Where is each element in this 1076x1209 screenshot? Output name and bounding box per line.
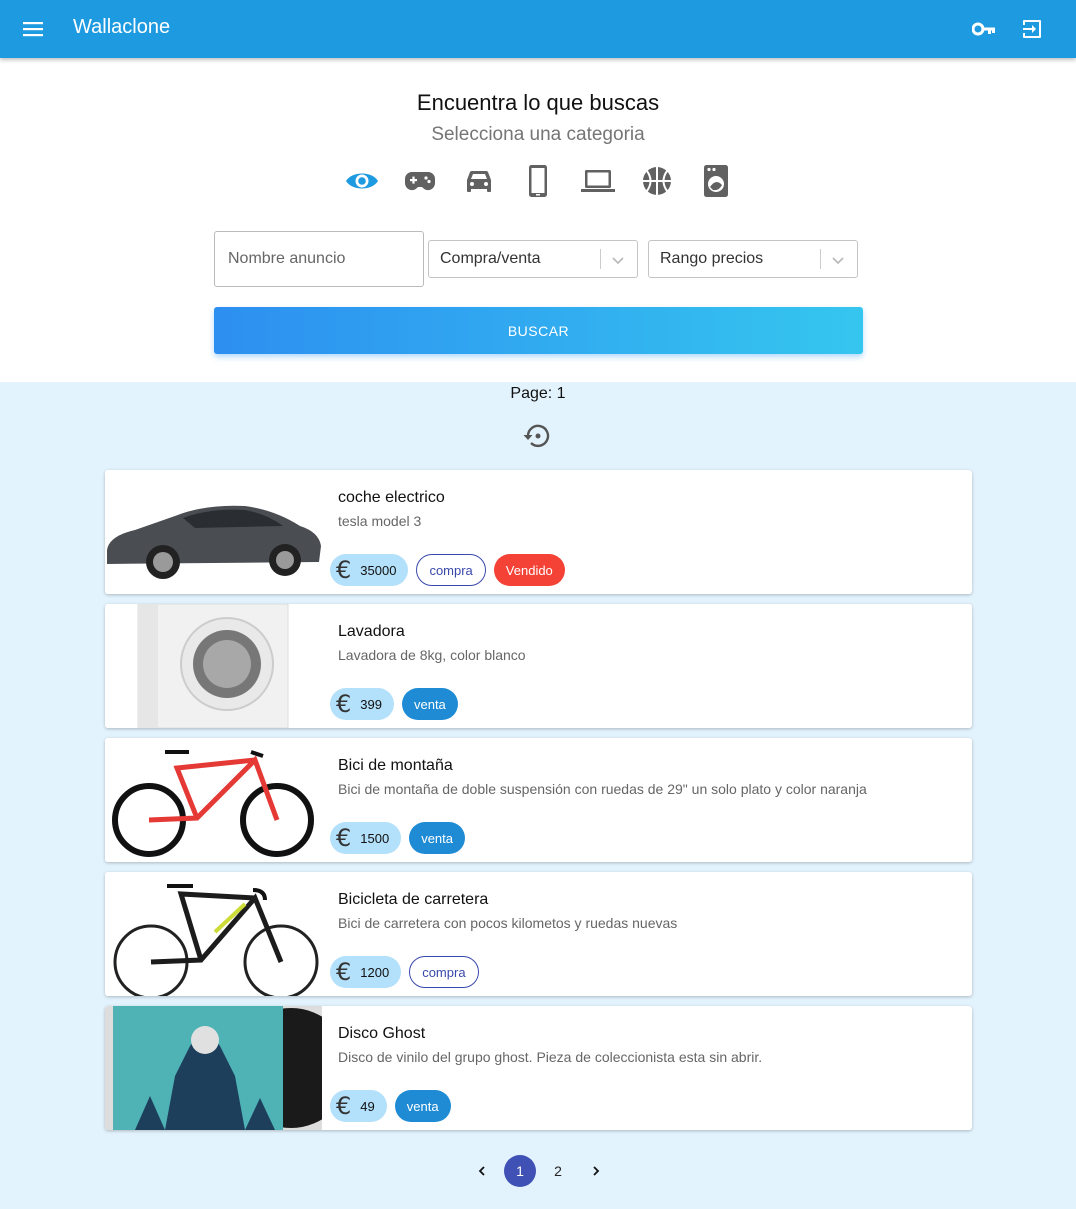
sold-chip[interactable]: Vendido [493, 554, 565, 586]
price-value: 399 [360, 696, 382, 712]
washing-machine-icon[interactable] [696, 163, 736, 199]
app-bar: Wallaclone [0, 0, 1076, 58]
page-subheading: Selecciona una categoria [431, 124, 645, 145]
type-chip[interactable]: compra [409, 956, 479, 988]
ad-card[interactable]: Bicicleta de carretera Bici de carretera… [105, 872, 972, 996]
select-separator [600, 249, 601, 269]
ad-title: Disco Ghost [338, 1025, 426, 1042]
car-icon[interactable] [459, 163, 499, 199]
restore-icon[interactable] [521, 420, 553, 452]
price-value: 35000 [360, 562, 397, 578]
page-button-2[interactable]: 2 [542, 1155, 574, 1187]
buy-sell-select-value: Compra/venta [440, 250, 541, 267]
ad-title: coche electrico [338, 489, 445, 506]
laptop-icon[interactable] [578, 163, 618, 199]
ad-card[interactable]: Bici de montaña Bici de montaña de doble… [105, 738, 972, 862]
price-value: 1200 [360, 964, 390, 980]
price-chip[interactable]: €1200 [330, 956, 402, 988]
pagination: 1 2 [466, 1154, 618, 1188]
buy-sell-select[interactable]: Compra/venta [428, 240, 638, 278]
ad-description: Lavadora de 8kg, color blanco [338, 647, 526, 663]
page-heading: Encuentra lo que buscas [416, 90, 660, 115]
ad-name-input[interactable] [214, 231, 424, 287]
page-button-1[interactable]: 1 [504, 1155, 536, 1187]
euro-icon: € [336, 824, 352, 852]
ad-image-washer [105, 604, 322, 728]
ad-card[interactable]: coche electrico tesla model 3 €35000 com… [105, 470, 972, 594]
app-title: Wallaclone [73, 16, 171, 38]
logout-icon[interactable] [1017, 14, 1047, 44]
next-page-icon[interactable] [580, 1155, 612, 1187]
chevron-down-icon [829, 251, 847, 269]
chevron-down-icon [609, 251, 627, 269]
select-separator [820, 249, 821, 269]
type-chip[interactable]: venta [409, 822, 466, 854]
ad-chips: €399 venta [330, 688, 458, 720]
sports-ball-icon[interactable] [637, 163, 677, 199]
type-chip[interactable]: venta [394, 1090, 451, 1122]
ad-image-mountain-bike [105, 738, 322, 862]
price-chip[interactable]: €49 [330, 1090, 387, 1122]
page-indicator: Page: 1 [510, 385, 566, 402]
ad-title: Lavadora [338, 623, 405, 640]
ad-description: Bici de carretera con pocos kilometos y … [338, 915, 678, 931]
type-chip[interactable]: compra [416, 554, 486, 586]
euro-icon: € [336, 556, 352, 584]
search-panel: Encuentra lo que buscas Selecciona una c… [0, 58, 1076, 382]
ad-chips: €1200 compra [330, 956, 479, 988]
ad-image-road-bike [105, 872, 322, 996]
search-button[interactable]: BUSCAR [214, 307, 863, 354]
ad-chips: €1500 venta [330, 822, 466, 854]
ad-chips: €35000 compra Vendido [330, 554, 565, 586]
category-selector [338, 163, 738, 199]
ad-image-car [105, 470, 322, 594]
euro-icon: € [336, 1092, 352, 1120]
price-chip[interactable]: €399 [330, 688, 394, 720]
ad-description: Bici de montaña de doble suspensión con … [338, 781, 867, 797]
price-range-select-value: Rango precios [660, 250, 764, 267]
price-chip[interactable]: €1500 [330, 822, 402, 854]
type-chip[interactable]: venta [401, 688, 458, 720]
euro-icon: € [336, 958, 352, 986]
ad-description: tesla model 3 [338, 513, 422, 529]
price-range-select[interactable]: Rango precios [648, 240, 858, 278]
gamepad-icon[interactable] [400, 163, 440, 199]
ad-card[interactable]: Lavadora Lavadora de 8kg, color blanco €… [105, 604, 972, 728]
key-icon[interactable] [969, 14, 999, 44]
smartphone-icon[interactable] [518, 163, 558, 199]
ad-title: Bici de montaña [338, 757, 453, 774]
previous-page-icon[interactable] [466, 1155, 498, 1187]
price-value: 49 [360, 1098, 375, 1114]
menu-icon[interactable] [18, 15, 48, 43]
euro-icon: € [336, 690, 352, 718]
ad-title: Bicicleta de carretera [338, 891, 489, 908]
eye-icon[interactable] [342, 163, 382, 199]
ad-description: Disco de vinilo del grupo ghost. Pieza d… [338, 1049, 763, 1065]
ad-image-vinyl-record [105, 1006, 322, 1130]
ad-card[interactable]: Disco Ghost Disco de vinilo del grupo gh… [105, 1006, 972, 1130]
ad-chips: €49 venta [330, 1090, 451, 1122]
price-value: 1500 [360, 830, 390, 846]
price-chip[interactable]: €35000 [330, 554, 409, 586]
